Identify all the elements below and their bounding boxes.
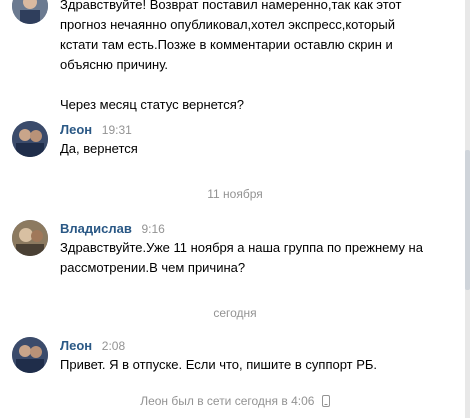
message-meta: Леон 19:31 (60, 121, 458, 139)
message-item: Владислав 9:16 Здравствуйте.Уже 11 ноябр… (12, 220, 458, 280)
message-item: Леон 19:31 Да, вернется (12, 121, 458, 161)
scrollbar-thumb[interactable] (465, 150, 470, 290)
date-separator: 11 ноября (207, 187, 263, 201)
message-line: Да, вернется (60, 141, 138, 156)
message-line: Здравствуйте! Возврат поставил намеренно… (60, 0, 402, 12)
message-meta: Леон 2:08 (60, 337, 458, 355)
message-line: кстати там есть.Позже в комментарии оста… (60, 37, 393, 52)
online-status: Леон был в сети сегодня в 4:06 (0, 394, 470, 410)
message-text: Привет. Я в отпуске. Если что, пишите в … (60, 355, 458, 375)
message-line: Здравствуйте.Уже 11 ноября а наша группа… (60, 240, 423, 255)
message-time[interactable]: 19:31 (102, 123, 132, 137)
avatar[interactable] (12, 220, 48, 256)
scrollbar[interactable] (465, 0, 470, 418)
message-line: рассмотрении.В чем причина? (60, 260, 246, 275)
message-content: Здравствуйте! Возврат поставил намеренно… (60, 0, 458, 115)
phone-icon (321, 395, 330, 410)
message-time[interactable]: 2:08 (102, 339, 125, 353)
author-name[interactable]: Леон (60, 338, 92, 353)
avatar[interactable] (12, 337, 48, 373)
message-text: Да, вернется (60, 139, 458, 159)
date-separator: сегодня (213, 306, 257, 320)
message-content: Леон 19:31 Да, вернется (60, 121, 458, 159)
message-time[interactable]: 9:16 (141, 222, 164, 236)
online-status-text: Леон был в сети сегодня в 4:06 (140, 394, 315, 408)
author-name[interactable]: Леон (60, 122, 92, 137)
message-line: Привет. Я в отпуске. Если что, пишите в … (60, 357, 378, 372)
message-text: Здравствуйте.Уже 11 ноября а наша группа… (60, 238, 458, 278)
message-meta: Владислав 9:16 (60, 220, 458, 238)
message-content: Владислав 9:16 Здравствуйте.Уже 11 ноябр… (60, 220, 458, 278)
message-item: Леон 2:08 Привет. Я в отпуске. Если что,… (12, 337, 458, 377)
message-line: прогноз нечаянно опубликовал,хотел экспр… (60, 17, 396, 32)
avatar[interactable] (12, 0, 48, 24)
message-item: Здравствуйте! Возврат поставил намеренно… (12, 0, 458, 112)
author-name[interactable]: Владислав (60, 221, 132, 236)
message-line: Через месяц статус вернется? (60, 97, 244, 112)
message-content: Леон 2:08 Привет. Я в отпуске. Если что,… (60, 337, 458, 375)
message-text: Здравствуйте! Возврат поставил намеренно… (60, 0, 458, 115)
avatar[interactable] (12, 121, 48, 157)
message-line: объясню причину. (60, 57, 169, 72)
